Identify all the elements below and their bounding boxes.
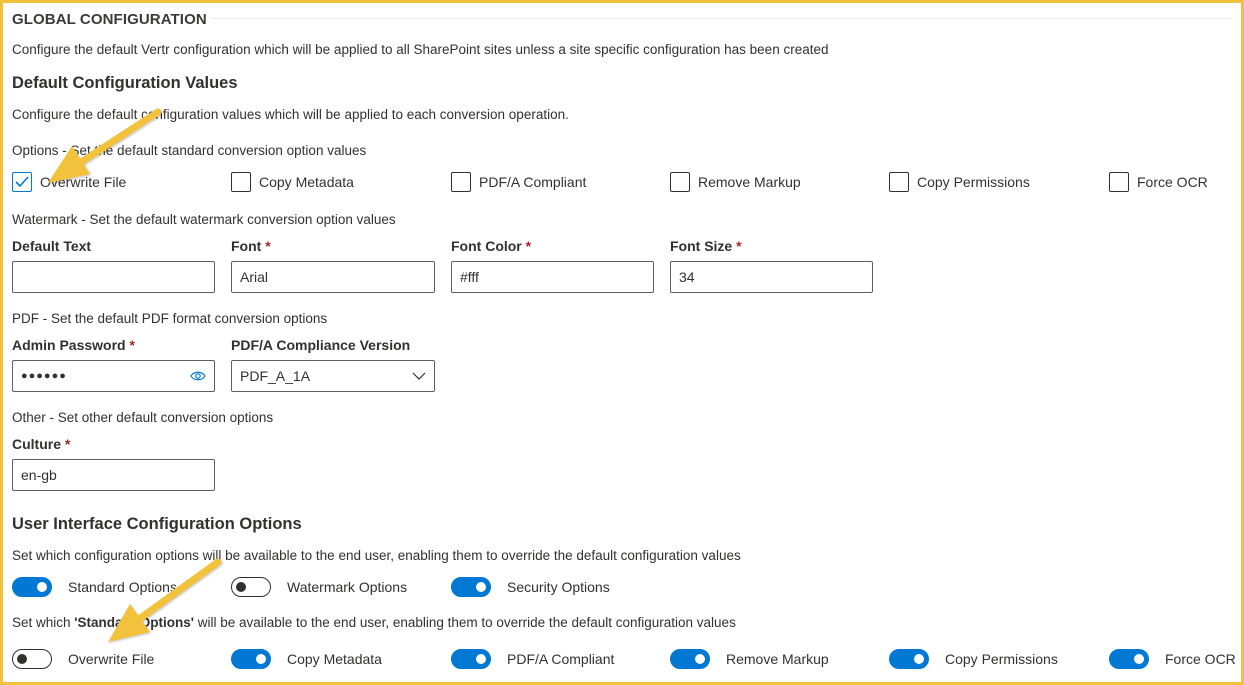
pdfa-compliant-checkbox[interactable]: [451, 172, 471, 192]
checkbox-label: Force OCR: [1137, 174, 1208, 190]
checkbox-label: Copy Metadata: [259, 174, 354, 190]
watermark-section-label: Watermark - Set the default watermark co…: [12, 212, 396, 227]
eye-icon[interactable]: [190, 370, 206, 382]
toggle-watermark-options[interactable]: Watermark Options: [231, 577, 407, 597]
toggle-label: Overwrite File: [68, 651, 155, 667]
culture-input[interactable]: en-gb: [12, 459, 215, 491]
options-section-label: Options - Set the default standard conve…: [12, 143, 366, 158]
toggle-overwrite-file[interactable]: Overwrite File: [12, 649, 154, 669]
overwrite-file-checkbox[interactable]: [12, 172, 32, 192]
toggle-remove-markup[interactable]: Remove Markup: [670, 649, 829, 669]
font-input[interactable]: Arial: [231, 261, 435, 293]
remove-markup-checkbox[interactable]: [670, 172, 690, 192]
ui-options-heading: User Interface Configuration Options: [12, 515, 302, 533]
remove-markup-switch[interactable]: [670, 649, 710, 669]
toggle-label: Remove Markup: [726, 651, 829, 667]
toggle-label: Watermark Options: [287, 579, 408, 595]
other-label: Other: [12, 410, 46, 425]
toggle-force-ocr[interactable]: Force OCR: [1109, 649, 1236, 669]
compliance-version-value: PDF_A_1A: [240, 368, 311, 384]
option-copy-permissions[interactable]: Copy Permissions: [889, 172, 1030, 192]
toggle-label: PDF/A Compliant: [507, 651, 615, 667]
default-text-input[interactable]: [12, 261, 215, 293]
defaults-heading: Default Configuration Values: [12, 74, 238, 92]
pdfa-compliant-switch[interactable]: [451, 649, 491, 669]
other-section-label: Other - Set other default conversion opt…: [12, 410, 273, 425]
pdf-section-label: PDF - Set the default PDF format convers…: [12, 311, 327, 326]
option-pdfa-compliant[interactable]: PDF/A Compliant: [451, 172, 586, 192]
font-label: Font *: [231, 238, 271, 254]
checkbox-label: Remove Markup: [698, 174, 801, 190]
font-size-label: Font Size *: [670, 238, 742, 254]
copy-permissions-checkbox[interactable]: [889, 172, 909, 192]
chevron-down-icon: [412, 372, 426, 380]
pdf-label: PDF: [12, 311, 39, 326]
culture-label: Culture *: [12, 436, 71, 452]
copy-metadata-switch[interactable]: [231, 649, 271, 669]
title-divider: [212, 18, 1232, 19]
toggle-copy-permissions[interactable]: Copy Permissions: [889, 649, 1058, 669]
checkbox-label: Overwrite File: [40, 174, 127, 190]
copy-metadata-checkbox[interactable]: [231, 172, 251, 192]
watermark-options-switch[interactable]: [231, 577, 271, 597]
option-overwrite-file[interactable]: Overwrite File: [12, 172, 126, 192]
compliance-version-label: PDF/A Compliance Version: [231, 337, 411, 353]
toggle-label: Security Options: [507, 579, 610, 595]
font-color-label: Font Color *: [451, 238, 532, 254]
font-size-input[interactable]: 34: [670, 261, 873, 293]
toggle-copy-metadata[interactable]: Copy Metadata: [231, 649, 382, 669]
force-ocr-checkbox[interactable]: [1109, 172, 1129, 192]
pdf-description: - Set the default PDF format conversion …: [39, 311, 328, 326]
checkbox-label: Copy Permissions: [917, 174, 1030, 190]
page-title: GLOBAL CONFIGURATION: [12, 11, 207, 28]
checkmark-icon: [15, 176, 29, 188]
admin-password-label: Admin Password *: [12, 337, 135, 353]
security-options-switch[interactable]: [451, 577, 491, 597]
option-remove-markup[interactable]: Remove Markup: [670, 172, 801, 192]
toggle-label: Standard Options: [68, 579, 177, 595]
admin-password-input[interactable]: ●●●●●●: [12, 360, 215, 392]
toggle-pdfa-compliant[interactable]: PDF/A Compliant: [451, 649, 614, 669]
toggle-label: Copy Metadata: [287, 651, 382, 667]
standard-options-description: Set which 'Standard Options' will be ava…: [12, 615, 736, 630]
default-text-label: Default Text: [12, 238, 92, 254]
option-force-ocr[interactable]: Force OCR: [1109, 172, 1208, 192]
toggle-label: Force OCR: [1165, 651, 1236, 667]
ui-options-description: Set which configuration options will be …: [12, 548, 741, 563]
toggle-security-options[interactable]: Security Options: [451, 577, 610, 597]
checkbox-label: PDF/A Compliant: [479, 174, 587, 190]
toggle-label: Copy Permissions: [945, 651, 1058, 667]
screenshot-frame: [0, 0, 1244, 685]
other-description: - Set other default conversion options: [45, 410, 274, 425]
copy-permissions-switch[interactable]: [889, 649, 929, 669]
option-copy-metadata[interactable]: Copy Metadata: [231, 172, 354, 192]
defaults-description: Configure the default configuration valu…: [12, 107, 569, 122]
options-label: Options: [12, 143, 59, 158]
watermark-description: - Set the default watermark conversion o…: [77, 212, 396, 227]
options-description: - Set the default standard conversion op…: [58, 143, 367, 158]
compliance-version-select[interactable]: PDF_A_1A: [231, 360, 435, 392]
force-ocr-switch[interactable]: [1109, 649, 1149, 669]
font-color-input[interactable]: #fff: [451, 261, 654, 293]
standard-options-switch[interactable]: [12, 577, 52, 597]
toggle-standard-options[interactable]: Standard Options: [12, 577, 177, 597]
watermark-label: Watermark: [12, 212, 78, 227]
page-description: Configure the default Vertr configuratio…: [12, 42, 829, 57]
overwrite-file-switch[interactable]: [12, 649, 52, 669]
password-value: ●●●●●●: [21, 370, 67, 382]
